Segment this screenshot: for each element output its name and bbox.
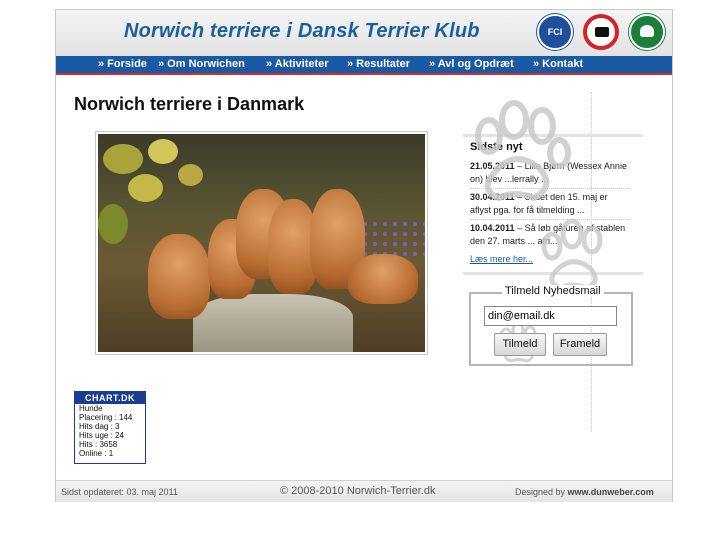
counter-line: Hits dag : 3 — [79, 422, 120, 431]
site-title[interactable]: Norwich terriere i Dansk Terrier Klub — [124, 20, 480, 43]
photo-frame — [95, 131, 428, 355]
chart-dk-counter[interactable]: CHART.DK Hunde Placering : 144 Hits dag … — [74, 391, 146, 464]
main-nav: » Forside » Om Norwichen » Aktiviteter »… — [56, 56, 672, 75]
news-date: 21.05.2011 — [470, 161, 515, 171]
fci-logo-text: FCI — [547, 27, 563, 37]
news-item[interactable]: 21.05.2011 – Lille Bjørn (Wessex Annie o… — [470, 160, 630, 186]
newsletter-legend: Tilmeld Nyhedsmail — [502, 285, 604, 297]
dtk-logo[interactable] — [629, 14, 665, 50]
news-bottom-rule — [463, 272, 643, 275]
news-separator — [470, 188, 630, 189]
nav-item-avl-og-opdraet[interactable]: » Avl og Opdræt — [429, 58, 514, 70]
counter-title: CHART.DK — [75, 392, 145, 404]
nav-item-forside[interactable]: » Forside — [98, 58, 147, 70]
news-item[interactable]: 30.04.2011 – Skuet den 15. maj er aflyst… — [470, 191, 630, 217]
news-separator — [470, 219, 630, 220]
nav-item-resultater[interactable]: » Resultater — [347, 58, 410, 70]
email-field[interactable] — [484, 306, 617, 326]
news-date: 30.04.2011 — [470, 192, 515, 202]
unsubscribe-button[interactable]: Frameld — [553, 333, 607, 356]
designer-credit: Designed by www.dunweber.com — [515, 487, 654, 497]
counter-line: Hits : 3658 — [79, 440, 118, 449]
dog-silhouette-icon — [595, 27, 609, 37]
header: Norwich terriere i Dansk Terrier Klub FC… — [56, 10, 672, 56]
designer-prefix: Designed by — [515, 487, 568, 497]
dogs-photo — [98, 134, 425, 352]
nav-item-kontakt[interactable]: » Kontakt — [533, 58, 583, 70]
sidebar-divider — [591, 92, 593, 432]
nav-item-aktiviteter[interactable]: » Aktiviteter — [266, 58, 329, 70]
footer: Sidst opdateret: 03. maj 2011 © 2008-201… — [56, 480, 672, 502]
nav-item-om-norwichen[interactable]: » Om Norwichen — [158, 58, 245, 70]
last-updated: Sidst opdateret: 03. maj 2011 — [61, 487, 178, 497]
news-item[interactable]: 10.04.2011 – Så løb gåturen af stablen d… — [470, 222, 630, 248]
terrier-head-icon — [640, 25, 654, 37]
dkk-logo[interactable] — [583, 14, 619, 50]
read-more-link[interactable]: Læs mere her... — [470, 254, 533, 264]
news-date: 10.04.2011 — [470, 223, 515, 233]
copyright: © 2008-2010 Norwich-Terrier.dk — [280, 485, 436, 497]
page-frame: Norwich terriere i Dansk Terrier Klub FC… — [55, 9, 673, 502]
designer-link[interactable]: www.dunweber.com — [568, 487, 654, 497]
counter-line: Hits uge : 24 — [79, 431, 124, 440]
subscribe-button[interactable]: Tilmeld — [494, 333, 546, 356]
counter-line: Placering : 144 — [79, 413, 133, 422]
page-title: Norwich terriere i Danmark — [74, 94, 305, 114]
news-heading: Sidste nyt — [470, 141, 523, 153]
counter-line: Hunde — [79, 404, 103, 413]
news-top-rule — [463, 134, 643, 137]
counter-line: Online : 1 — [79, 449, 114, 458]
fci-logo[interactable]: FCI — [537, 14, 573, 50]
